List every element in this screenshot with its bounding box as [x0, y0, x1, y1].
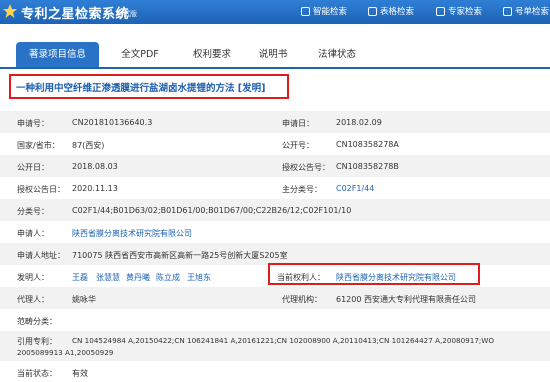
field-row: 引用专利： CN 104524984 A,20150422;CN 1062418…	[0, 331, 550, 361]
app-no-label: 申请号：	[17, 119, 49, 128]
cited-value-line1: CN 104524984 A,20150422;CN 106241841 A,2…	[72, 336, 495, 345]
field-row: 授权公告日： 2020.11.13 主分类号： C02F1/44	[0, 177, 550, 199]
agency-value: 61200 西安通大专利代理有限责任公司	[336, 295, 476, 304]
grant-date-label: 授权公告日：	[17, 185, 65, 194]
tab-claims[interactable]: 权利要求	[180, 42, 244, 67]
nav-table-search[interactable]: 表格检索	[368, 5, 414, 17]
inventor-link[interactable]: 张慧慧	[96, 272, 120, 283]
class-label: 分类号：	[17, 207, 49, 216]
address-value: 710075 陕西省西安市高新区高新一路25号创新大厦S205室	[72, 251, 288, 260]
tab-full-text-pdf[interactable]: 全文PDF	[110, 42, 170, 67]
detail-tabs: 著录项目信息 全文PDF 权利要求 说明书 法律状态	[0, 38, 550, 69]
expert-icon	[436, 6, 445, 16]
nav-number-search[interactable]: 号单检索	[503, 5, 549, 17]
nav-label: 专家检索	[448, 7, 483, 17]
pub-no-value: CN108358278A	[336, 140, 399, 149]
nav-expert-search[interactable]: 专家检索	[436, 5, 482, 17]
inventor-link[interactable]: 黄丹曦	[126, 272, 150, 283]
nav-label: 表格检索	[380, 7, 415, 17]
main-class-link[interactable]: C02F1/44	[336, 184, 374, 193]
status-value: 有效	[72, 369, 88, 378]
nav-label: 智能检索	[313, 7, 348, 17]
search-icon	[301, 6, 310, 16]
app-no-value: CN201810136640.3	[72, 118, 153, 127]
app-date-value: 2018.02.09	[336, 118, 382, 127]
nav-label: 号单检索	[515, 7, 550, 17]
table-icon	[368, 6, 377, 16]
pub-date-value: 2018.08.03	[72, 162, 118, 171]
field-row: 公开日： 2018.08.03 授权公告号： CN108358278B	[0, 155, 550, 177]
agent-label: 代理人：	[17, 295, 49, 304]
cited-label: 引用专利：	[17, 337, 57, 346]
owner-highlight-box	[268, 263, 480, 285]
status-label: 当前状态：	[17, 369, 57, 378]
star-logo-icon	[3, 4, 17, 18]
app-date-label: 申请日：	[282, 119, 314, 128]
field-row: 申请号： CN201810136640.3 申请日： 2018.02.09	[0, 111, 550, 133]
patent-title: 一种利用中空纤维正渗透膜进行盐湖卤水提锂的方法 [发明]	[16, 83, 266, 94]
grant-no-value: CN108358278B	[336, 162, 399, 171]
class-value: C02F1/44;B01D63/02;B01D61/00;B01D67/00;C…	[72, 206, 352, 215]
app-title: 专利之星检索系统	[21, 7, 130, 22]
grant-no-label: 授权公告号：	[282, 163, 330, 172]
field-row: 当前状态： 有效	[0, 363, 550, 382]
country-label: 国家/省市：	[17, 141, 60, 150]
country-value: 87(西安)	[72, 141, 105, 150]
field-row: 分类号： C02F1/44;B01D63/02;B01D61/00;B01D67…	[0, 199, 550, 221]
fan-label: 范畴分类：	[17, 317, 57, 326]
agency-label: 代理机构：	[282, 295, 322, 304]
address-label: 申请人地址：	[17, 251, 65, 260]
grant-date-value: 2020.11.13	[72, 184, 118, 193]
tab-legal-status[interactable]: 法律状态	[307, 42, 367, 67]
tab-description[interactable]: 说明书	[248, 42, 298, 67]
list-icon	[503, 6, 512, 16]
field-row: 申请人地址： 710075 陕西省西安市高新区高新一路25号创新大厦S205室	[0, 243, 550, 265]
field-row: 国家/省市： 87(西安) 公开号： CN108358278A	[0, 133, 550, 155]
field-row: 代理人： 姚咏华 代理机构： 61200 西安通大专利代理有限责任公司	[0, 287, 550, 309]
top-header-bar: 专利之星检索系统 测试版 智能检索 表格检索 专家检索 号单检索	[0, 0, 550, 24]
cited-value-line2: 2005089913 A1,20050929	[17, 348, 114, 357]
pub-date-label: 公开日：	[17, 163, 49, 172]
app-subtitle: 测试版	[116, 10, 137, 18]
field-row: 申请人： 陕西省膜分离技术研究院有限公司	[0, 221, 550, 243]
inventor-link[interactable]: 王磊	[72, 272, 88, 283]
applicant-link[interactable]: 陕西省膜分离技术研究院有限公司	[72, 228, 192, 239]
inventors-label: 发明人：	[17, 273, 49, 282]
field-row: 范畴分类：	[0, 309, 550, 331]
inventor-link[interactable]: 陈立成	[156, 272, 180, 283]
tab-bibliographic[interactable]: 著录项目信息	[16, 42, 99, 67]
main-class-label: 主分类号：	[282, 185, 322, 194]
inventor-link[interactable]: 王旭东	[187, 272, 211, 283]
pub-no-label: 公开号：	[282, 141, 314, 150]
nav-smart-search[interactable]: 智能检索	[301, 5, 347, 17]
applicant-label: 申请人：	[17, 229, 49, 238]
agent-value: 姚咏华	[72, 295, 96, 304]
